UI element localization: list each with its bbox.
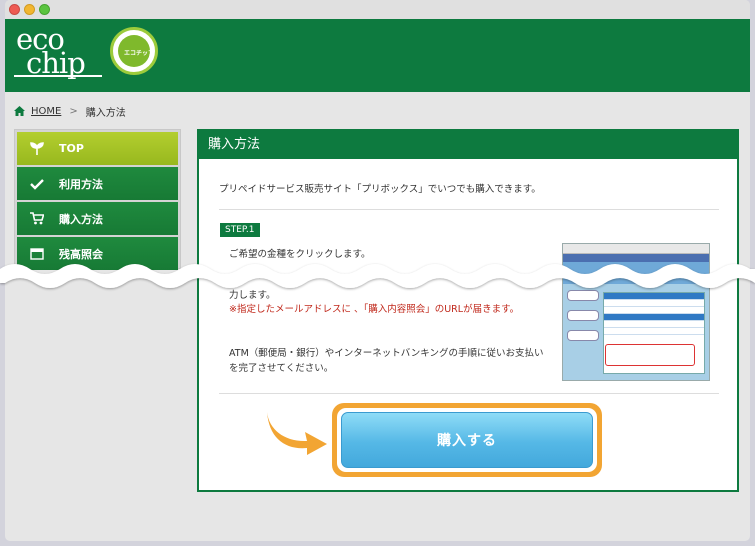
badge-inner: エコチップ (118, 35, 154, 67)
cart-icon (29, 212, 45, 226)
breadcrumb: HOME > 購入方法 (14, 104, 126, 119)
window-titlebar (5, 0, 750, 19)
check-icon (29, 177, 45, 191)
screenshot-button (567, 330, 599, 341)
purchase-button-frame: 購入する (332, 403, 602, 477)
sidebar-item-label: TOP (59, 142, 84, 155)
screenshot-row (604, 321, 704, 328)
pointing-arrow-icon (267, 412, 327, 455)
purchase-button-border: 購入する (337, 408, 597, 472)
sidebar-nav: TOP 利用方法 購入方法 残高照会 (14, 129, 181, 270)
intro-text: プリペイドサービス販売サイト「プリボックス」でいつでも購入できます。 (219, 184, 541, 195)
panel-title: 購入方法 (199, 131, 737, 159)
home-icon (14, 106, 25, 116)
screenshot-body (563, 284, 709, 380)
screenshot-crop-wave (0, 264, 755, 288)
minimize-window-button[interactable] (24, 4, 35, 15)
screenshot-row (604, 314, 704, 321)
breadcrumb-home-link[interactable]: HOME (31, 106, 61, 117)
sidebar-item-label: 利用方法 (59, 177, 103, 191)
maximize-window-button[interactable] (39, 4, 50, 15)
screenshot-toolbar (563, 244, 709, 254)
site-header: eco chip エコチップ (5, 19, 750, 92)
step-badge: STEP.1 (220, 223, 260, 237)
sidebar-item-usage[interactable]: 利用方法 (17, 167, 178, 200)
sidebar-item-label: 購入方法 (59, 212, 103, 226)
logo-badge-icon: エコチップ (110, 27, 158, 75)
divider (219, 209, 719, 210)
sidebar-item-purchase[interactable]: 購入方法 (17, 202, 178, 235)
breadcrumb-separator-icon: > (69, 105, 78, 117)
purchase-button[interactable]: 購入する (341, 412, 593, 468)
screenshot-button (567, 310, 599, 321)
screenshot-row (604, 307, 704, 314)
screenshot-highlight (605, 344, 695, 366)
logo-text-chip: chip (26, 46, 86, 80)
email-notice: ※指定したメールアドレスに 、「購入内容照会」のURLが届きます。 (229, 304, 520, 315)
breadcrumb-current: 購入方法 (85, 107, 126, 119)
payment-instruction: ATM（郵便局・銀行）やインターネットバンキングの手順に従いお支払いを完了させて… (229, 348, 544, 374)
logo-underline (14, 75, 102, 77)
screenshot-row (604, 300, 704, 307)
divider (219, 393, 719, 394)
screenshot-row (604, 328, 704, 335)
sprout-icon (29, 142, 45, 156)
close-window-button[interactable] (9, 4, 20, 15)
badge-text: エコチップ (124, 50, 155, 57)
sidebar-item-top[interactable]: TOP (17, 132, 178, 165)
eco-chip-logo[interactable]: eco chip エコチップ (14, 24, 164, 84)
